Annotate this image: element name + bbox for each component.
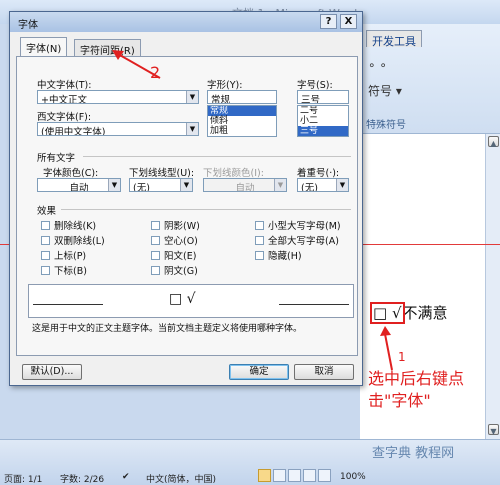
style-input[interactable]: 常规 bbox=[207, 90, 277, 104]
preview-baseline-right bbox=[279, 304, 349, 305]
set-default-button[interactable]: 默认(D)... bbox=[22, 364, 82, 380]
size-label: 字号(S): bbox=[297, 80, 333, 91]
annotation-note: 选中后右键点击"字体" bbox=[368, 369, 465, 410]
document-text-suffix: 不满意 bbox=[402, 304, 448, 322]
annotation-number-2: 2 bbox=[150, 63, 161, 82]
size-option[interactable]: 小二 bbox=[298, 116, 348, 126]
chinese-font-label: 中文字体(T): bbox=[37, 80, 92, 91]
full-screen-view-icon[interactable] bbox=[273, 469, 286, 482]
emphasis-select[interactable]: (无) ▼ bbox=[297, 178, 349, 192]
small-caps-checkbox[interactable]: 小型大写字母(M) bbox=[255, 218, 341, 232]
double-strikethrough-checkbox[interactable]: 双删除线(L) bbox=[41, 233, 105, 247]
all-caps-checkbox[interactable]: 全部大写字母(A) bbox=[255, 233, 339, 247]
hidden-checkbox[interactable]: 隐藏(H) bbox=[255, 248, 302, 262]
chevron-down-icon[interactable]: ▼ bbox=[108, 179, 120, 191]
selected-text[interactable]: □ √ bbox=[370, 302, 405, 324]
emboss-checkbox[interactable]: 阳文(E) bbox=[151, 248, 196, 262]
vertical-scrollbar[interactable]: ▲ ▼ bbox=[485, 134, 500, 439]
style-option-italic[interactable]: 倾斜 bbox=[208, 116, 276, 126]
ribbon-symbol-button[interactable]: 符号 ▾ bbox=[368, 82, 402, 99]
preview-text: □ √ bbox=[169, 291, 196, 307]
ribbon-tab-developer[interactable]: 开发工具 bbox=[366, 30, 422, 48]
ribbon-symbols[interactable]: ∘ ∘ bbox=[368, 58, 387, 72]
size-option[interactable]: 二号 bbox=[298, 106, 348, 116]
font-color-label: 字体颜色(C): bbox=[43, 168, 99, 179]
chevron-down-icon[interactable]: ▼ bbox=[186, 123, 198, 135]
outline-checkbox[interactable]: 空心(O) bbox=[151, 233, 198, 247]
dialog-title: 字体 bbox=[18, 20, 38, 31]
western-font-label: 西文字体(F): bbox=[37, 112, 92, 123]
scroll-down-icon[interactable]: ▼ bbox=[488, 424, 499, 436]
document-text[interactable]: □ √不满意 bbox=[370, 302, 448, 324]
scroll-up-icon[interactable]: ▲ bbox=[488, 136, 499, 148]
preview-baseline-left bbox=[33, 304, 103, 305]
print-layout-view-icon[interactable] bbox=[258, 469, 271, 482]
font-description: 这是用于中文的正文主题字体。当前文档主题定义将使用哪种字体。 bbox=[32, 324, 303, 334]
size-input[interactable]: 三号 bbox=[297, 90, 349, 104]
size-list[interactable]: 二号 小二 三号 bbox=[297, 105, 349, 137]
chevron-down-icon[interactable]: ▼ bbox=[180, 179, 192, 191]
shadow-checkbox[interactable]: 阴影(W) bbox=[151, 218, 200, 232]
chinese-font-select[interactable]: +中文正文 ▼ bbox=[37, 90, 199, 104]
underline-color-select[interactable]: 自动 ▼ bbox=[203, 178, 287, 192]
style-label: 字形(Y): bbox=[207, 80, 243, 91]
font-dialog: 字体 ? X 字体(N) 字符间距(R) 中文字体(T): +中文正文 ▼ 西文字… bbox=[9, 11, 363, 386]
annotation-arrow-1 bbox=[380, 326, 393, 371]
draft-view-icon[interactable] bbox=[318, 469, 331, 482]
size-option-selected[interactable]: 三号 bbox=[298, 126, 348, 136]
all-text-label: 所有文字 bbox=[37, 153, 76, 164]
annotation-arrow-2 bbox=[112, 50, 161, 79]
zoom-level[interactable]: 100% bbox=[340, 472, 366, 482]
superscript-checkbox[interactable]: 上标(P) bbox=[41, 248, 86, 262]
dialog-title-bar[interactable]: 字体 ? X bbox=[10, 12, 362, 32]
section-divider bbox=[83, 156, 351, 157]
status-words[interactable]: 字数: 2/26 bbox=[60, 472, 104, 485]
tab-font[interactable]: 字体(N) bbox=[20, 37, 68, 56]
chevron-down-icon[interactable]: ▼ bbox=[274, 179, 286, 191]
style-list[interactable]: 常规 倾斜 加粗 bbox=[207, 105, 277, 137]
outline-view-icon[interactable] bbox=[303, 469, 316, 482]
web-layout-view-icon[interactable] bbox=[288, 469, 301, 482]
style-option-regular[interactable]: 常规 bbox=[208, 106, 276, 116]
subscript-checkbox[interactable]: 下标(B) bbox=[41, 263, 87, 277]
engrave-checkbox[interactable]: 阴文(G) bbox=[151, 263, 198, 277]
close-button[interactable]: X bbox=[340, 14, 357, 29]
status-page[interactable]: 页面: 1/1 bbox=[4, 472, 42, 485]
cancel-button[interactable]: 取消 bbox=[294, 364, 354, 380]
chevron-down-icon[interactable]: ▼ bbox=[186, 91, 198, 103]
chevron-down-icon[interactable]: ▼ bbox=[336, 179, 348, 191]
watermark: 查字典 教程网 bbox=[372, 446, 455, 461]
spelling-check-icon[interactable]: ✔ bbox=[122, 472, 130, 482]
style-option-bold[interactable]: 加粗 bbox=[208, 126, 276, 136]
effects-label: 效果 bbox=[37, 206, 57, 217]
status-language[interactable]: 中文(简体，中国) bbox=[146, 472, 216, 485]
underline-type-select[interactable]: (无) ▼ bbox=[129, 178, 193, 192]
underline-color-label: 下划线颜色(I): bbox=[203, 168, 264, 179]
underline-type-label: 下划线线型(U): bbox=[129, 168, 195, 179]
emphasis-label: 着重号(·): bbox=[297, 168, 340, 179]
font-color-select[interactable]: 自动 ▼ bbox=[37, 178, 121, 192]
western-font-select[interactable]: (使用中文字体) ▼ bbox=[37, 122, 199, 136]
ribbon-group-label: 特殊符号 bbox=[366, 120, 406, 131]
annotation-number-1: 1 bbox=[398, 350, 406, 364]
ok-button[interactable]: 确定 bbox=[229, 364, 289, 380]
section-divider bbox=[61, 209, 351, 210]
ribbon: 开发工具 ∘ ∘ 符号 ▾ 特殊符号 bbox=[360, 24, 500, 134]
preview-box: □ √ bbox=[28, 284, 354, 318]
strikethrough-checkbox[interactable]: 删除线(K) bbox=[41, 218, 96, 232]
help-button[interactable]: ? bbox=[320, 14, 337, 29]
